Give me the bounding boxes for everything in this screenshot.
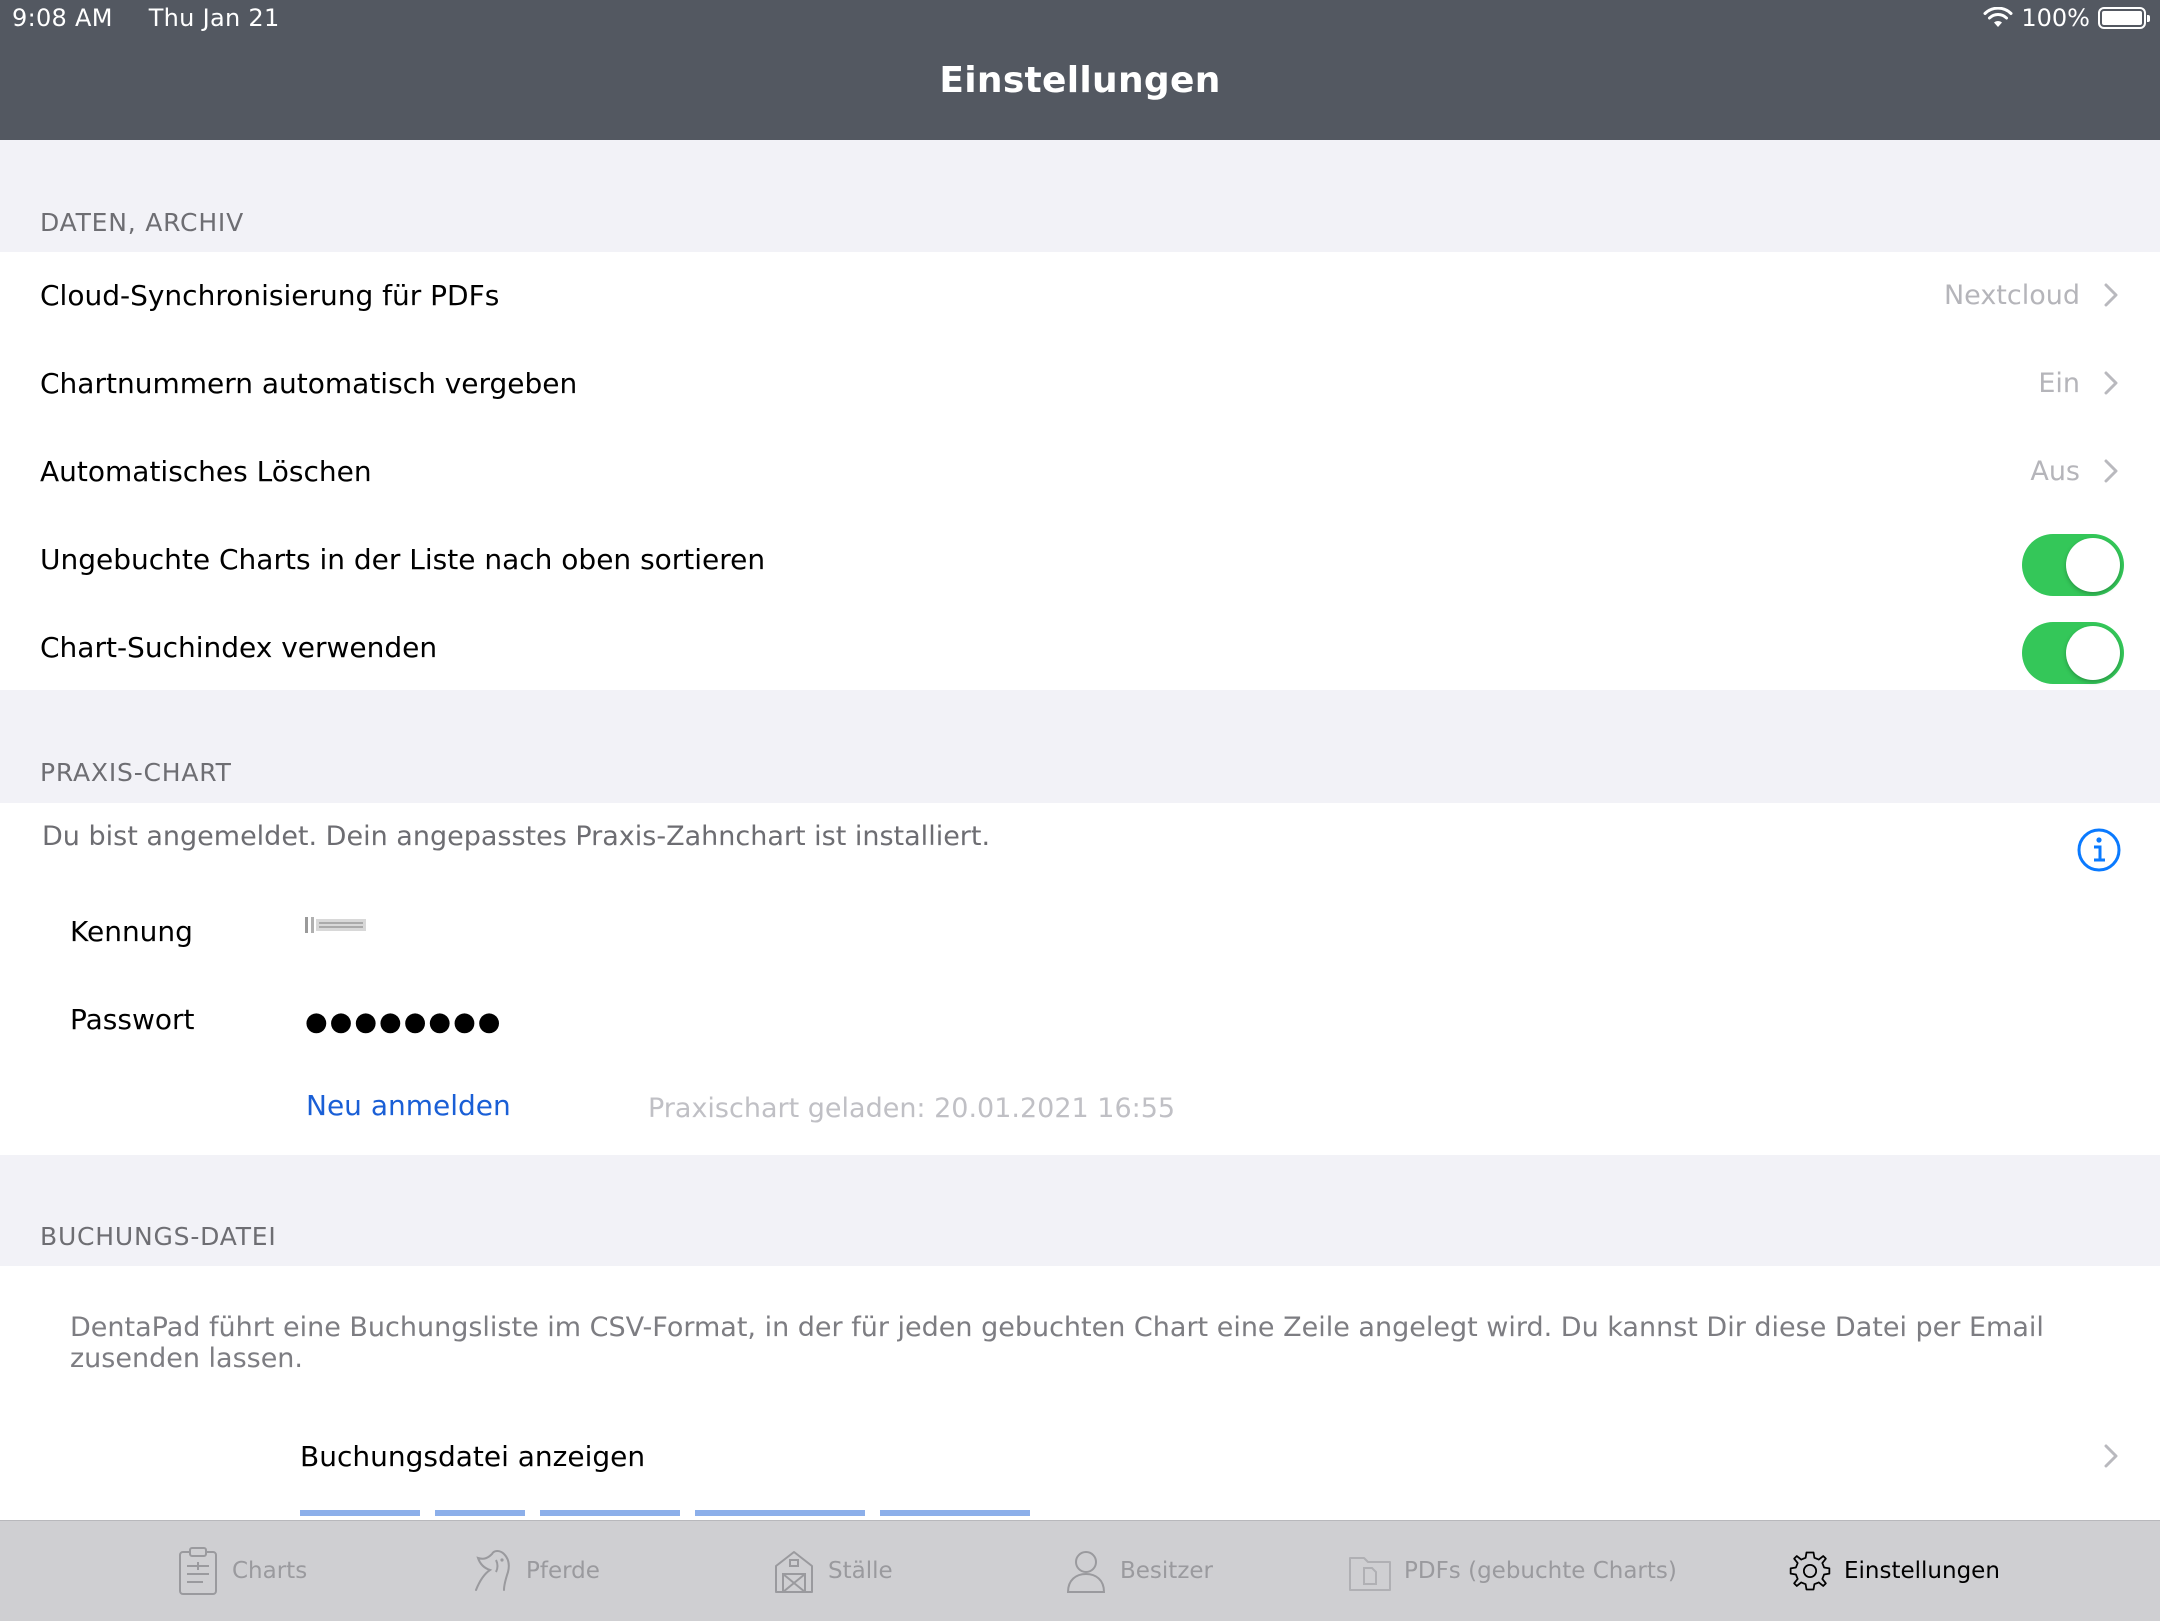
row-ungebuchte-sort: Ungebuchte Charts in der Liste nach oben… [0, 516, 2160, 604]
tab-bar: Charts Pferde Ställe Besitzer PDFs (gebu… [0, 1520, 2160, 1621]
status-time: 9:08 AM [12, 4, 113, 32]
group-buchungs-datei: DentaPad führt eine Buchungsliste im CSV… [0, 1266, 2160, 1520]
battery-icon [2098, 7, 2150, 29]
row-value: Aus [2030, 456, 2080, 487]
buchung-description: DentaPad führt eine Buchungsliste im CSV… [70, 1312, 2044, 1374]
tab-label: Charts [232, 1558, 308, 1584]
folder-icon [1349, 1557, 1391, 1591]
barn-icon [775, 1551, 813, 1593]
row-chartnummern[interactable]: Chartnummern automatisch vergeben Ein [0, 340, 2160, 428]
group-daten-archiv: Cloud-Synchronisierung für PDFs Nextclou… [0, 252, 2160, 690]
search-index-toggle[interactable] [2022, 622, 2124, 684]
tab-label: Einstellungen [1844, 1558, 2000, 1584]
tab-pferde[interactable]: Pferde [470, 1521, 600, 1621]
wifi-icon [1983, 7, 2013, 27]
row-label: Automatisches Löschen [40, 455, 372, 488]
row-buchungsdatei-anzeigen[interactable]: Buchungsdatei anzeigen [0, 1416, 2160, 1496]
clipboard-icon [179, 1547, 217, 1595]
kennung-label: Kennung [70, 915, 193, 948]
relogin-link[interactable]: Neu anmelden [306, 1089, 511, 1122]
status-bar-left: 9:08 AM Thu Jan 21 [12, 4, 280, 32]
row-value: Ein [2038, 368, 2080, 399]
chevron-right-icon [2104, 1444, 2118, 1468]
gear-icon [1789, 1551, 1831, 1591]
partially-hidden-link[interactable] [300, 1510, 1040, 1520]
login-status-text: Du bist angemeldet. Dein angepasstes Pra… [42, 821, 991, 852]
sort-unbooked-toggle[interactable] [2022, 534, 2124, 596]
tab-label: Pferde [526, 1558, 600, 1584]
page-title: Einstellungen [939, 60, 1221, 101]
section-header-buchung: BUCHUNGS-DATEI [40, 1222, 277, 1251]
navigation-bar: 9:08 AM Thu Jan 21 100% Einstellungen [0, 0, 2160, 140]
section-header-praxis: PRAXIS-CHART [40, 758, 232, 787]
passwort-label: Passwort [70, 1003, 195, 1036]
toggle-knob [2066, 538, 2120, 592]
row-label: Chart-Suchindex verwenden [40, 631, 438, 664]
horse-icon [475, 1550, 510, 1591]
battery-percentage: 100% [2021, 4, 2090, 32]
chevron-right-icon [2104, 459, 2118, 483]
praxischart-loaded-info: Praxischart geladen: 20.01.2021 16:55 [648, 1093, 1176, 1124]
section-header-daten: DATEN, ARCHIV [40, 208, 244, 237]
tab-label: PDFs (gebuchte Charts) [1404, 1558, 1677, 1584]
row-label: Buchungsdatei anzeigen [300, 1440, 646, 1473]
row-label: Cloud-Synchronisierung für PDFs [40, 279, 500, 312]
chevron-right-icon [2104, 371, 2118, 395]
tab-einstellungen[interactable]: Einstellungen [1788, 1521, 2000, 1621]
group-praxis-chart: Du bist angemeldet. Dein angepasstes Pra… [0, 803, 2160, 1155]
row-label: Ungebuchte Charts in der Liste nach oben… [40, 543, 766, 576]
tab-label: Ställe [828, 1558, 893, 1584]
row-value: Nextcloud [1943, 280, 2080, 311]
row-label: Chartnummern automatisch vergeben [40, 367, 578, 400]
password-field[interactable]: ●●●●●●●● [305, 1007, 503, 1037]
person-icon [1066, 1551, 1106, 1593]
row-auto-loeschen[interactable]: Automatisches Löschen Aus [0, 428, 2160, 516]
row-cloud-sync[interactable]: Cloud-Synchronisierung für PDFs Nextclou… [0, 252, 2160, 340]
status-bar-right: 100% [1983, 4, 2150, 32]
tab-besitzer[interactable]: Besitzer [1064, 1521, 1213, 1621]
tab-label: Besitzer [1120, 1558, 1213, 1584]
toggle-knob [2066, 626, 2120, 680]
chevron-right-icon [2104, 283, 2118, 307]
tab-staelle[interactable]: Ställe [772, 1521, 893, 1621]
tab-charts[interactable]: Charts [176, 1521, 307, 1621]
info-icon[interactable] [2076, 827, 2122, 873]
kennung-value-redacted [305, 917, 366, 933]
row-suchindex: Chart-Suchindex verwenden [0, 604, 2160, 692]
tab-pdfs[interactable]: PDFs (gebuchte Charts) [1348, 1521, 1677, 1621]
status-date: Thu Jan 21 [148, 4, 280, 32]
